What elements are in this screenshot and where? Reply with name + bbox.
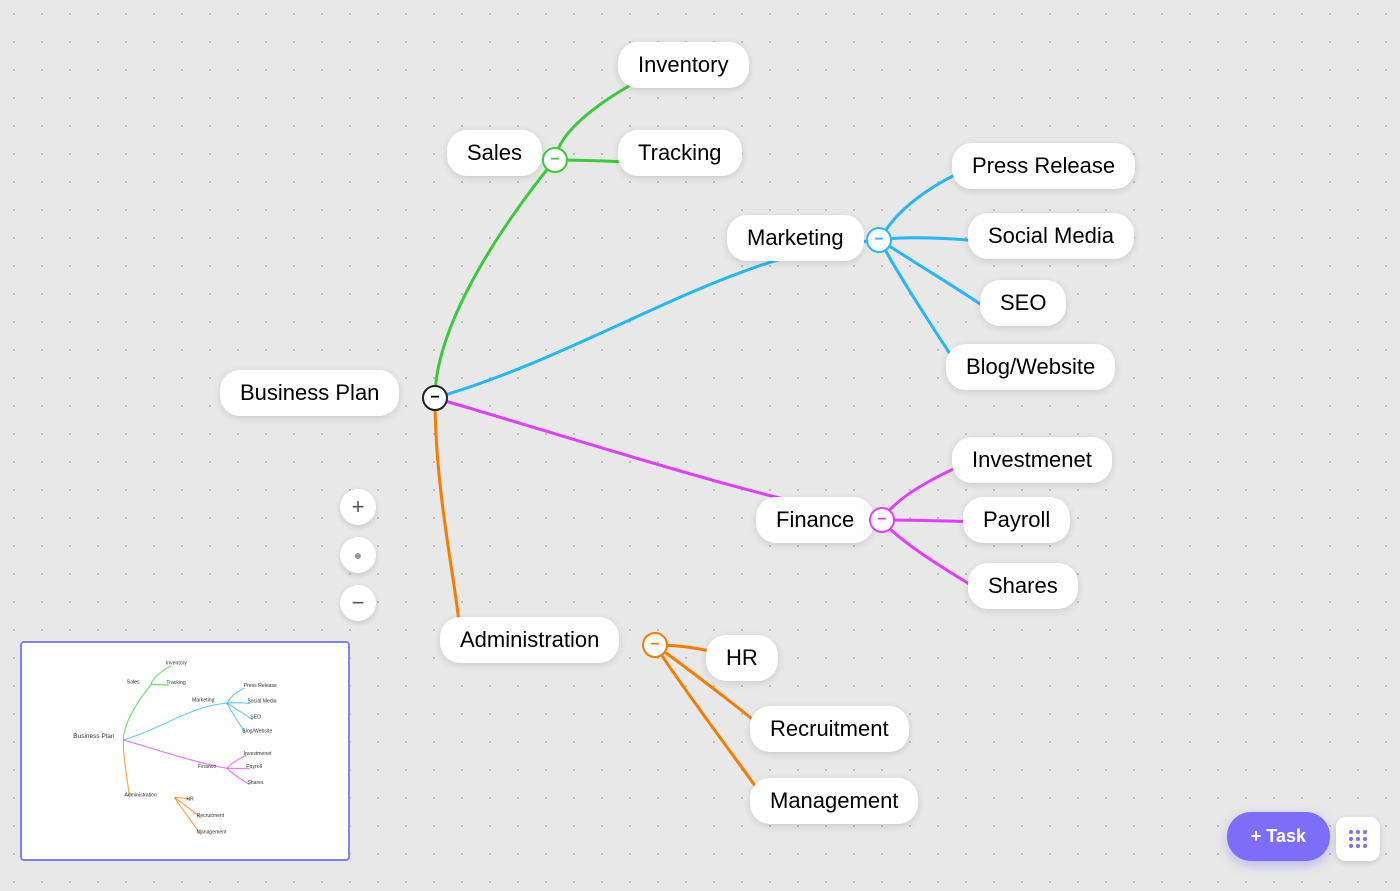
- management-label: Management: [750, 778, 918, 824]
- finance-label: Finance: [756, 497, 874, 543]
- business-plan-label: Business Plan: [220, 370, 399, 416]
- administration-circle[interactable]: [642, 632, 668, 658]
- svg-text:Marketing: Marketing: [192, 698, 215, 704]
- shares-label: Shares: [968, 563, 1078, 609]
- investmenet-label: Investmenet: [952, 437, 1112, 483]
- svg-text:Investmenet: Investmenet: [244, 751, 272, 757]
- blog-website-label: Blog/Website: [946, 344, 1115, 390]
- svg-text:Inventory: Inventory: [166, 661, 187, 667]
- recruitment-label: Recruitment: [750, 706, 909, 752]
- minimap[interactable]: Business Plan Sales Inventory Tracking M…: [20, 641, 350, 861]
- svg-text:Payroll: Payroll: [246, 764, 262, 770]
- svg-text:Press Release: Press Release: [244, 683, 277, 689]
- svg-text:Blog/Website: Blog/Website: [242, 728, 272, 734]
- tracking-label: Tracking: [618, 130, 742, 176]
- svg-text:Tracking: Tracking: [166, 680, 186, 686]
- svg-text:Sales: Sales: [127, 679, 140, 685]
- svg-text:Administration: Administration: [124, 793, 157, 799]
- zoom-in-button[interactable]: +: [340, 489, 376, 525]
- inventory-label: Inventory: [618, 42, 749, 88]
- svg-text:SEO: SEO: [250, 714, 261, 720]
- finance-circle[interactable]: [869, 507, 895, 533]
- press-release-label: Press Release: [952, 143, 1135, 189]
- zoom-out-button[interactable]: −: [340, 585, 376, 621]
- svg-text:Recruitment: Recruitment: [197, 813, 225, 819]
- grid-icon: [1346, 827, 1370, 851]
- svg-text:Finance: Finance: [198, 764, 216, 770]
- svg-text:Shares: Shares: [247, 780, 264, 786]
- add-task-button[interactable]: + Task: [1227, 812, 1330, 861]
- sales-label: Sales: [447, 130, 542, 176]
- seo-label: SEO: [980, 280, 1066, 326]
- business-plan-circle[interactable]: [422, 385, 448, 411]
- administration-label: Administration: [440, 617, 619, 663]
- marketing-label: Marketing: [727, 215, 864, 261]
- sales-circle[interactable]: [542, 147, 568, 173]
- zoom-reset-button[interactable]: ●: [340, 537, 376, 573]
- payroll-label: Payroll: [963, 497, 1070, 543]
- svg-text:Social Media: Social Media: [247, 699, 276, 705]
- zoom-controls: + ● −: [340, 489, 376, 621]
- grid-view-button[interactable]: [1336, 817, 1380, 861]
- svg-text:HR: HR: [186, 796, 194, 802]
- svg-text:Business Plan: Business Plan: [73, 733, 115, 740]
- svg-text:Management: Management: [197, 830, 227, 836]
- task-button-label: + Task: [1251, 826, 1306, 847]
- marketing-circle[interactable]: [866, 227, 892, 253]
- social-media-label: Social Media: [968, 213, 1134, 259]
- hr-label: HR: [706, 635, 778, 681]
